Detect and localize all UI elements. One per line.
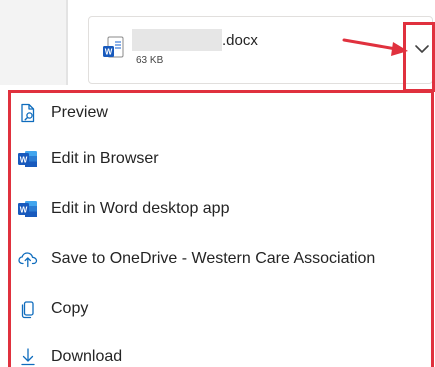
svg-text:W: W — [105, 48, 113, 57]
chevron-highlight-box — [403, 22, 435, 92]
annotation-arrow — [342, 38, 408, 56]
cloud-upload-icon — [18, 249, 38, 269]
file-name: .docx — [132, 28, 258, 52]
menu-item-preview[interactable]: Preview — [11, 93, 431, 133]
menu-item-label: Edit in Word desktop app — [51, 200, 230, 217]
file-name-redacted — [132, 29, 222, 51]
menu-item-copy[interactable]: Copy — [11, 289, 431, 329]
copy-icon — [18, 299, 38, 319]
menu-item-edit-in-browser[interactable]: W Edit in Browser — [11, 139, 431, 179]
menu-item-label: Copy — [51, 300, 89, 317]
chevron-down-icon[interactable] — [414, 44, 430, 54]
menu-item-label: Save to OneDrive - Western Care Associat… — [51, 250, 376, 267]
preview-icon — [18, 103, 38, 123]
file-extension: .docx — [222, 31, 258, 49]
menu-item-label: Preview — [51, 104, 108, 121]
attachment-screen: W .docx 63 KB Preview W Edit in Browser … — [0, 0, 435, 367]
attachment-menu: Preview W Edit in Browser W Edit in Word… — [8, 90, 434, 367]
word-icon: W — [18, 199, 38, 219]
svg-text:W: W — [20, 206, 28, 215]
menu-item-label: Download — [51, 348, 123, 365]
menu-item-edit-in-desktop-app[interactable]: W Edit in Word desktop app — [11, 189, 431, 229]
pane-divider — [66, 0, 68, 85]
word-icon: W — [18, 149, 38, 169]
file-size: 63 KB — [136, 55, 164, 66]
menu-item-label: Edit in Browser — [51, 150, 159, 167]
menu-item-save-to-onedrive[interactable]: Save to OneDrive - Western Care Associat… — [11, 239, 431, 279]
reading-pane-edge — [0, 0, 66, 85]
word-document-icon: W — [103, 36, 124, 58]
download-icon — [18, 347, 38, 367]
menu-item-download[interactable]: Download — [11, 337, 431, 367]
svg-text:W: W — [20, 156, 28, 165]
